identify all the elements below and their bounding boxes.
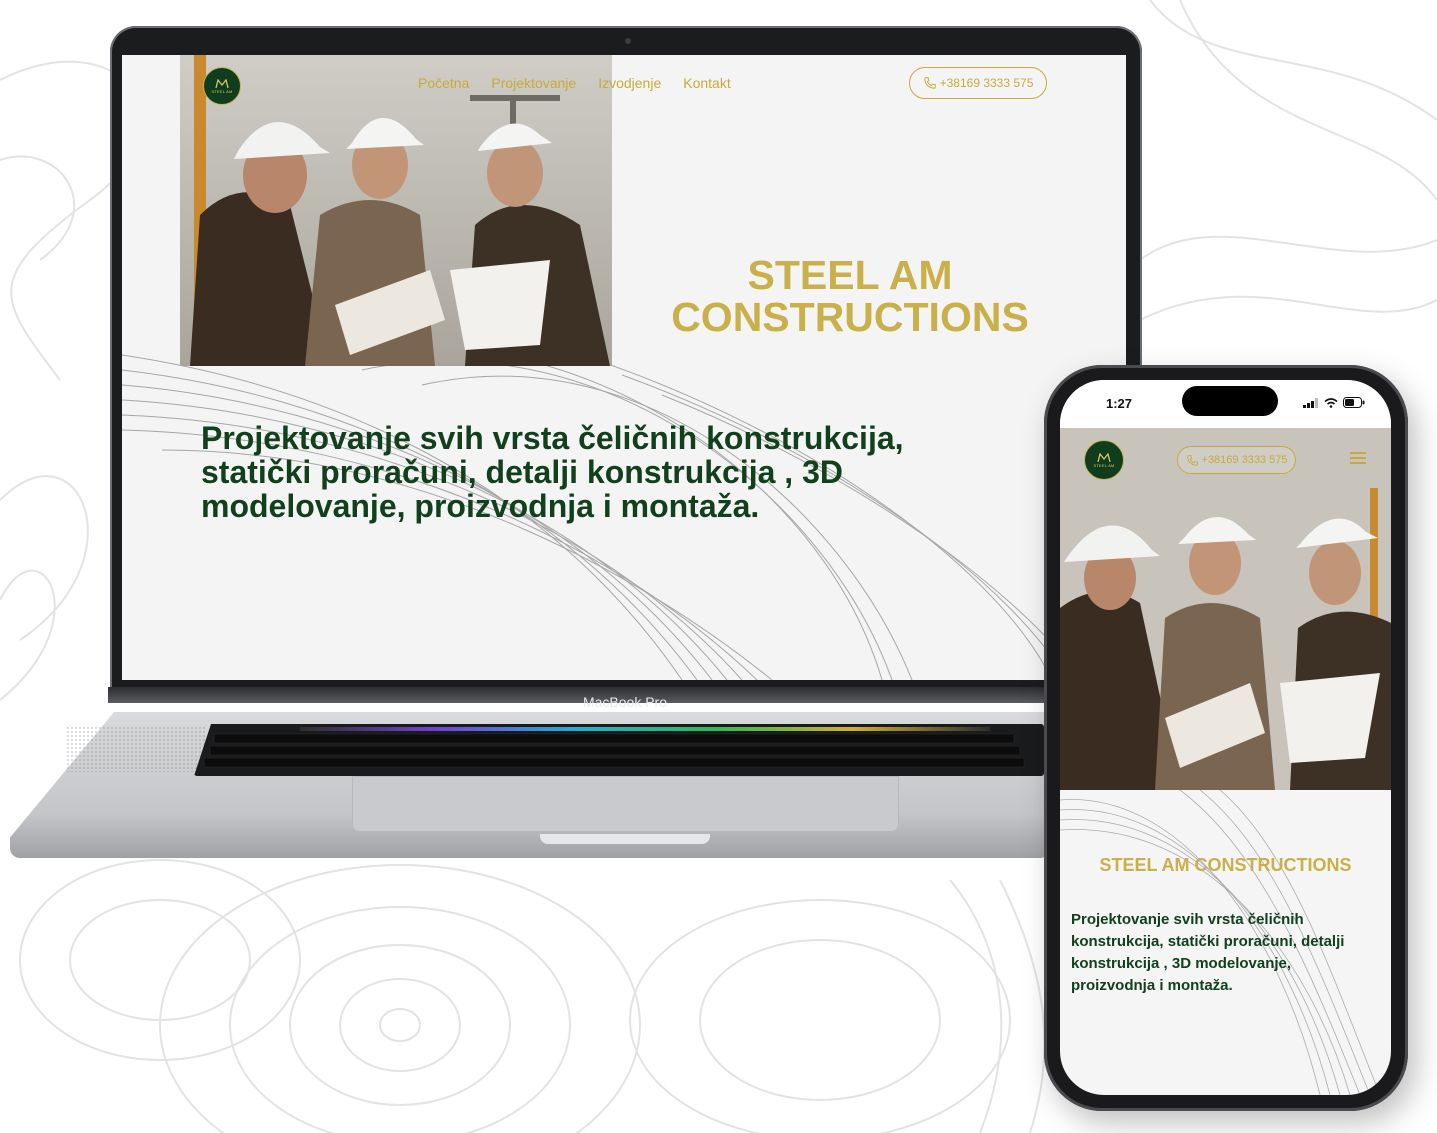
phone-call-button[interactable]: +38169 3333 575 — [909, 67, 1047, 99]
mobile-hero-photo — [1060, 428, 1391, 790]
mobile-brand-logo[interactable]: STEEL AM — [1084, 440, 1124, 480]
nav-link-projektovanje[interactable]: Projektovanje — [491, 75, 576, 91]
hero-title: STEEL AM CONSTRUCTIONS — [642, 254, 1058, 338]
logo-text: STEEL AM — [1093, 462, 1115, 468]
keyboard — [194, 724, 1044, 776]
phone-icon — [923, 77, 936, 89]
laptop-screen: STEEL AM Početna Projektovanje Izvodjenj… — [122, 55, 1126, 680]
dynamic-island — [1182, 386, 1278, 416]
nav-link-izvodjenje[interactable]: Izvodjenje — [598, 75, 661, 91]
speaker-grille — [66, 726, 206, 772]
brand-logo[interactable]: STEEL AM — [203, 67, 241, 105]
mobile-hero-title: STEEL AM CONSTRUCTIONS — [1099, 855, 1352, 875]
hero-title-line2: CONSTRUCTIONS — [671, 294, 1029, 341]
mobile-hero-subtitle: Projektovanje svih vrsta čeličnih konstr… — [1071, 911, 1345, 994]
nav-link-pocetna[interactable]: Početna — [418, 75, 469, 91]
logo-text: STEEL AM — [211, 88, 233, 94]
phone-number: +38169 3333 575 — [939, 76, 1034, 90]
battery-icon — [1343, 397, 1365, 408]
phone-icon — [1186, 454, 1198, 466]
touch-bar — [300, 727, 990, 731]
logo-crown-icon — [1097, 452, 1111, 462]
main-navigation: Početna Projektovanje Izvodjenje Kontakt — [418, 75, 731, 91]
mobile-phone-number: +38169 3333 575 — [1201, 454, 1288, 466]
logo-crown-icon — [215, 78, 229, 88]
keyboard-keys — [203, 733, 1025, 768]
status-icons — [1303, 397, 1365, 408]
status-bar: 1:27 — [1060, 380, 1391, 428]
wifi-icon — [1324, 397, 1338, 408]
device-label: MacBook Pro — [582, 694, 668, 710]
phone-screen: 1:27 STEEL AM +38169 3333 575 STEEL AM C… — [1060, 380, 1391, 1095]
signal-icon — [1303, 397, 1318, 408]
trackpad — [352, 776, 899, 832]
hero-subtitle: Projektovanje svih vrsta čeličnih konstr… — [201, 420, 904, 524]
laptop-lip — [540, 834, 710, 844]
nav-link-kontakt[interactable]: Kontakt — [683, 75, 730, 91]
hamburger-icon[interactable] — [1350, 452, 1366, 467]
mobile-phone-call-button[interactable]: +38169 3333 575 — [1177, 446, 1296, 474]
hero-title-line1: STEEL AM — [747, 252, 953, 299]
hero-photo-engineers — [180, 55, 612, 366]
status-time: 1:27 — [1106, 396, 1133, 411]
camera-icon — [625, 38, 631, 44]
